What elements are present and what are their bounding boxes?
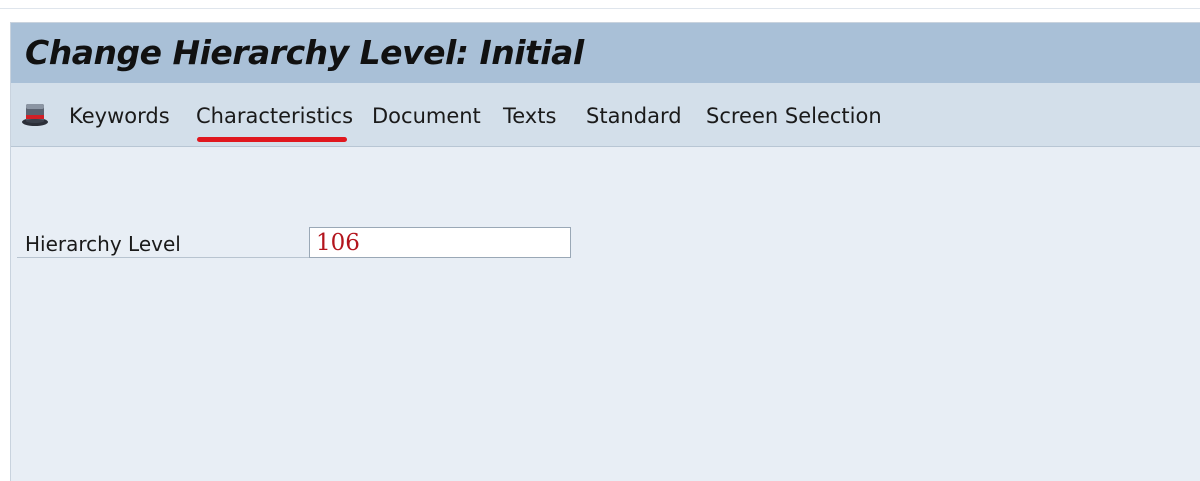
toolbar-item-texts[interactable]: Texts (503, 104, 556, 128)
toolbar-item-document[interactable]: Document (372, 104, 481, 128)
page-title: Change Hierarchy Level: Initial (25, 33, 584, 72)
label-underline (17, 257, 311, 258)
toolbar-item-standard[interactable]: Standard (586, 104, 682, 128)
toolbar-item-screen-selection[interactable]: Screen Selection (706, 104, 882, 128)
toolbar-item-characteristics[interactable]: Characteristics (196, 104, 353, 128)
title-bar: Change Hierarchy Level: Initial (11, 23, 1200, 83)
toolbar-item-keywords[interactable]: Keywords (69, 104, 170, 128)
hierarchy-level-input[interactable] (309, 227, 571, 258)
hat-icon[interactable] (21, 101, 49, 127)
application-toolbar: Keywords Characteristics Document Texts … (11, 83, 1200, 147)
sap-window: Change Hierarchy Level: Initial Keywords… (10, 22, 1200, 481)
hierarchy-level-row: Hierarchy Level (17, 227, 577, 259)
highlight-underline (197, 137, 347, 142)
top-strip (0, 0, 1200, 9)
hierarchy-level-label: Hierarchy Level (25, 232, 181, 256)
